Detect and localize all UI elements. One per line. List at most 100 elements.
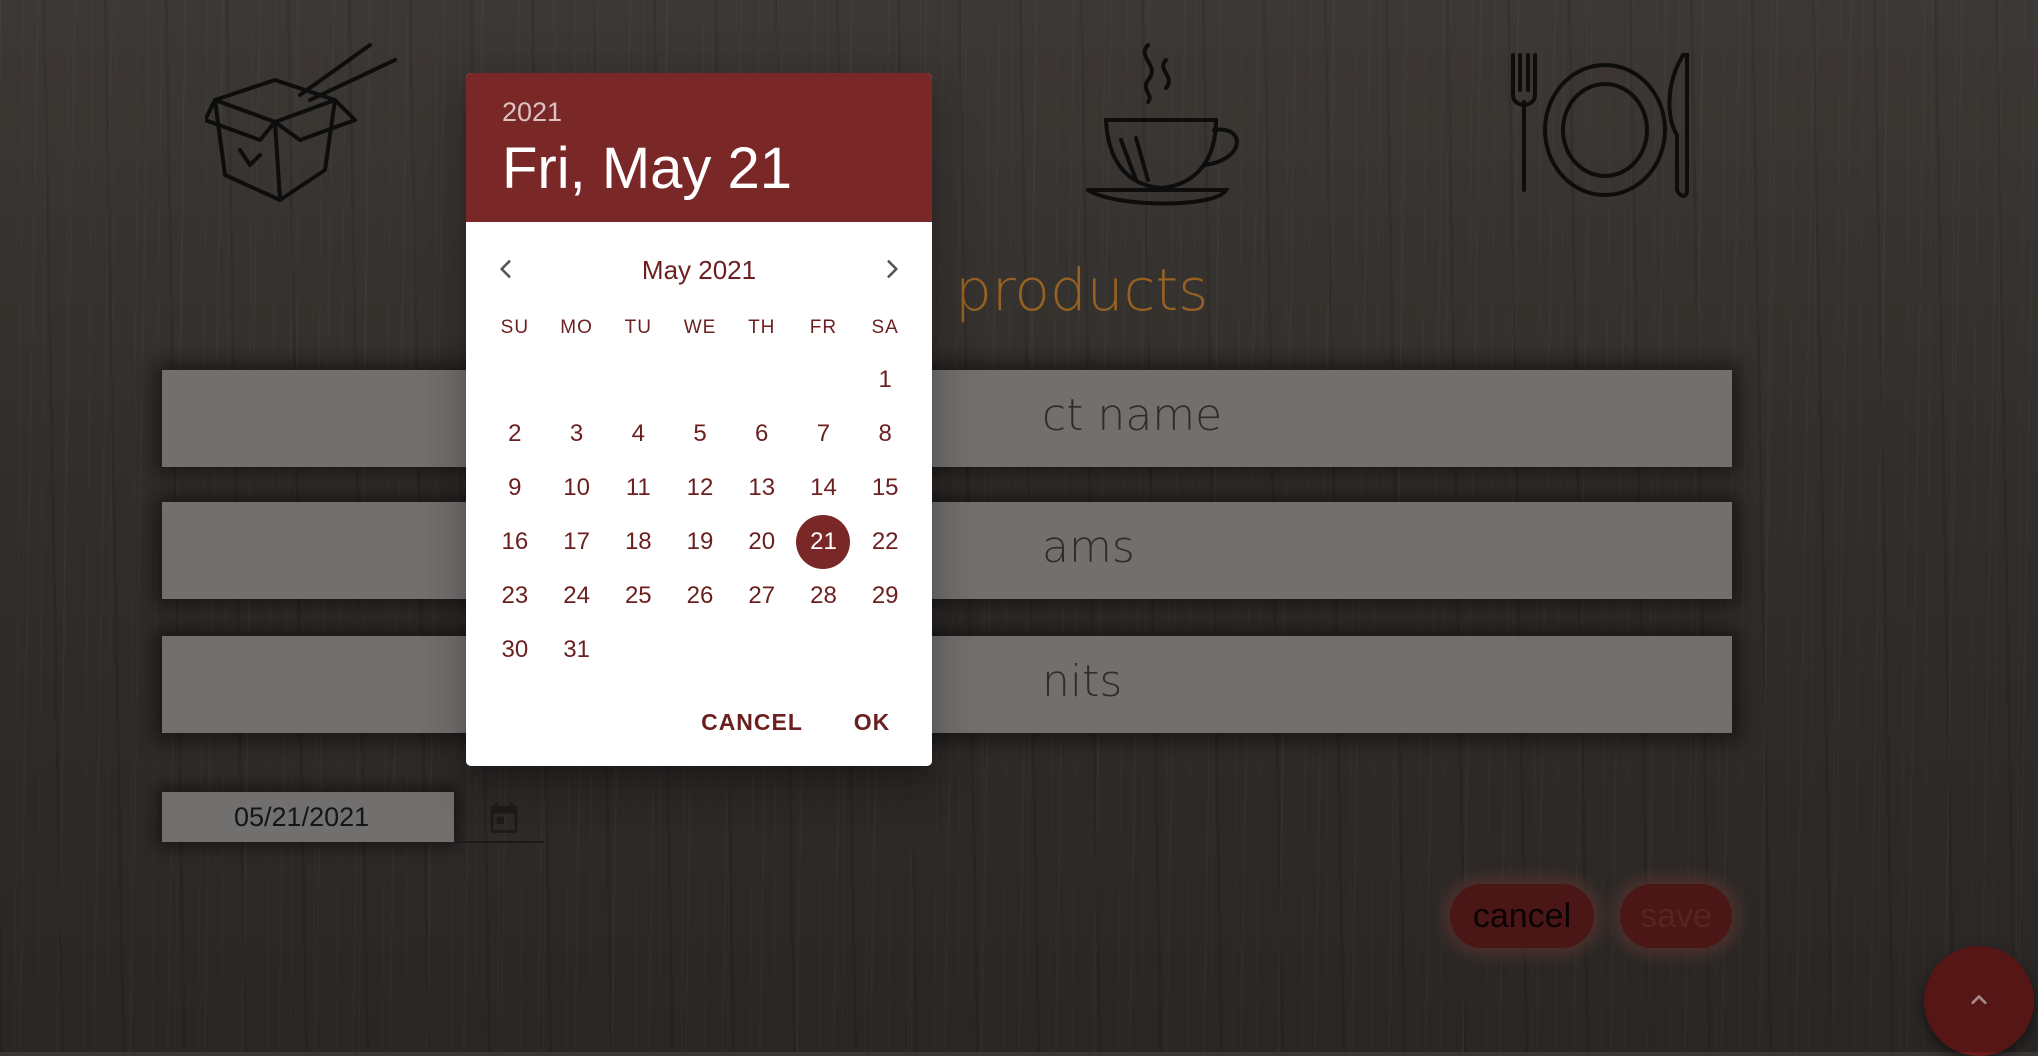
day-cell: 12: [669, 461, 731, 515]
day-cell: 28: [793, 569, 855, 623]
chevron-right-icon: [879, 256, 905, 287]
day-cell: 2: [484, 407, 546, 461]
day-cell: [607, 623, 669, 677]
day-cell: 24: [546, 569, 608, 623]
modal-backdrop[interactable]: [0, 0, 2038, 1052]
day-button[interactable]: 17: [550, 515, 604, 569]
weekday-label: FR: [809, 317, 838, 338]
day-cell: 4: [607, 407, 669, 461]
day-button[interactable]: 16: [488, 515, 542, 569]
week-row: 30 31: [484, 623, 916, 677]
day-button[interactable]: 15: [858, 461, 912, 515]
picker-selected-date[interactable]: Fri, May 21: [502, 135, 792, 202]
picker-ok-button[interactable]: OK: [834, 700, 910, 744]
day-button[interactable]: 1: [858, 353, 912, 407]
day-cell: 15: [854, 461, 916, 515]
day-cell: [669, 353, 731, 407]
day-cell: 13: [731, 461, 793, 515]
weekday-label: WE: [683, 317, 717, 338]
weekday-label: MO: [560, 317, 593, 338]
picker-actions: CANCEL OK: [466, 700, 932, 744]
day-cell: 10: [546, 461, 608, 515]
day-button[interactable]: 22: [858, 515, 912, 569]
day-button[interactable]: 19: [673, 515, 727, 569]
day-button[interactable]: 5: [673, 407, 727, 461]
day-button[interactable]: 27: [735, 569, 789, 623]
day-cell: 18: [607, 515, 669, 569]
day-button[interactable]: 10: [550, 461, 604, 515]
day-cell: 17: [546, 515, 608, 569]
week-row: 1: [484, 353, 916, 407]
day-cell: [546, 353, 608, 407]
day-button[interactable]: 11: [611, 461, 665, 515]
picker-header: 2021 Fri, May 21: [466, 73, 932, 222]
day-button[interactable]: 20: [735, 515, 789, 569]
month-label: May 2021: [641, 255, 757, 285]
day-cell: 21: [793, 515, 855, 569]
day-button[interactable]: 13: [735, 461, 789, 515]
weekday-label: TH: [748, 317, 776, 338]
day-cell: 6: [731, 407, 793, 461]
weekday-label: TU: [624, 317, 652, 338]
day-button[interactable]: 8: [858, 407, 912, 461]
day-button[interactable]: 12: [673, 461, 727, 515]
picker-year[interactable]: 2021: [502, 97, 562, 128]
week-row: 2345678: [484, 407, 916, 461]
day-cell: 20: [731, 515, 793, 569]
day-cell: 1: [854, 353, 916, 407]
day-cell: 7: [793, 407, 855, 461]
day-button[interactable]: 9: [488, 461, 542, 515]
day-button[interactable]: 26: [673, 569, 727, 623]
day-grid: 1 2 3 4 5 6 7 8 9 10 11 12 13 14 15 16 17 18 19 20 21 22 23 24 2…: [484, 353, 916, 677]
day-cell: [607, 353, 669, 407]
week-row: 23 24 25 26 27 28 29: [484, 569, 916, 623]
day-cell: 29: [854, 569, 916, 623]
day-cell: [669, 623, 731, 677]
day-cell: 22: [854, 515, 916, 569]
day-cell: 23: [484, 569, 546, 623]
day-cell: 30: [484, 623, 546, 677]
day-cell: 14: [793, 461, 855, 515]
day-cell: [793, 353, 855, 407]
day-button[interactable]: 7: [796, 407, 850, 461]
day-cell: [854, 623, 916, 677]
day-cell: [793, 623, 855, 677]
day-cell: [731, 623, 793, 677]
day-cell: 31: [546, 623, 608, 677]
day-button[interactable]: 6: [735, 407, 789, 461]
picker-cancel-button[interactable]: CANCEL: [690, 700, 814, 744]
date-picker-dialog: 2021 Fri, May 21 May 2021 SU MO TU WE TH FR SA…: [466, 73, 932, 766]
weekday-header: SU MO TU WE TH FR SA: [484, 317, 916, 347]
day-cell: 19: [669, 515, 731, 569]
day-cell: 9: [484, 461, 546, 515]
day-button-selected[interactable]: 21: [796, 515, 851, 569]
day-cell: 26: [669, 569, 731, 623]
day-button[interactable]: 30: [488, 623, 542, 677]
day-cell: 16: [484, 515, 546, 569]
day-cell: [484, 353, 546, 407]
weekday-label: SA: [871, 317, 899, 338]
day-cell: [731, 353, 793, 407]
day-button[interactable]: 23: [488, 569, 542, 623]
day-cell: 3: [546, 407, 608, 461]
day-button[interactable]: 28: [796, 569, 850, 623]
day-cell: 25: [607, 569, 669, 623]
weekday-label: SU: [500, 317, 530, 338]
day-cell: 11: [607, 461, 669, 515]
day-button[interactable]: 25: [611, 569, 665, 623]
day-cell: 27: [731, 569, 793, 623]
next-month-button[interactable]: [868, 247, 916, 295]
day-cell: 5: [669, 407, 731, 461]
week-row: 9 10 11 12 13 14 15: [484, 461, 916, 515]
day-button[interactable]: 3: [550, 407, 604, 461]
month-navigation: May 2021: [466, 241, 932, 297]
day-button[interactable]: 2: [488, 407, 542, 461]
day-button[interactable]: 18: [611, 515, 665, 569]
day-cell: 8: [854, 407, 916, 461]
day-button[interactable]: 14: [796, 461, 850, 515]
week-row: 16 17 18 19 20 21 22: [484, 515, 916, 569]
day-button[interactable]: 4: [611, 407, 665, 461]
day-button[interactable]: 24: [550, 569, 604, 623]
day-button[interactable]: 31: [550, 623, 604, 677]
day-button[interactable]: 29: [858, 569, 912, 623]
